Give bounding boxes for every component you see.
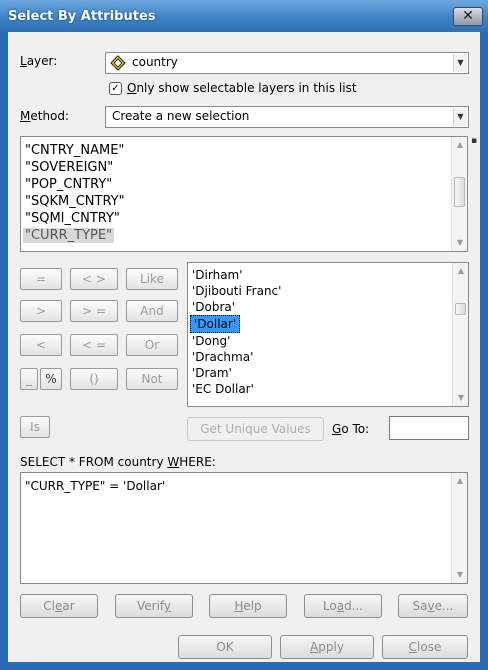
list-item[interactable]: 'Dram' bbox=[192, 365, 232, 381]
close-window-button[interactable]: ✕ bbox=[453, 7, 483, 26]
dialog-content: Layer: country ▼ ✓ Only show selectable … bbox=[8, 32, 480, 662]
verify-button[interactable]: Verify bbox=[115, 594, 193, 618]
list-item[interactable]: 'Drachma' bbox=[192, 349, 253, 365]
expression-scrollbar[interactable]: ▲ ▼ bbox=[451, 473, 467, 583]
list-item[interactable]: 'Dobra' bbox=[192, 299, 235, 315]
chevron-down-icon[interactable]: ▼ bbox=[453, 108, 467, 126]
sql-prefix-label: SELECT * FROM country WHERE: bbox=[20, 455, 216, 469]
underscore-button[interactable]: _ bbox=[20, 368, 38, 390]
greater-equal-button[interactable]: > = bbox=[70, 300, 118, 322]
load-button[interactable]: Load... bbox=[304, 594, 382, 618]
only-selectable-label: Only show selectable layers in this list bbox=[127, 81, 357, 95]
list-item[interactable]: "POP_CNTRY" bbox=[25, 177, 112, 192]
or-button[interactable]: Or bbox=[126, 334, 178, 356]
scroll-up-icon[interactable]: ▲ bbox=[453, 263, 468, 279]
list-item[interactable]: 'Dong' bbox=[192, 333, 230, 349]
help-button[interactable]: Help bbox=[209, 594, 287, 618]
list-item[interactable]: "CNTRY_NAME" bbox=[25, 143, 124, 158]
is-button[interactable]: Is bbox=[20, 416, 50, 438]
less-than-button[interactable]: < bbox=[20, 334, 62, 356]
percent-button[interactable]: % bbox=[40, 368, 62, 390]
window-title: Select By Attributes bbox=[8, 9, 156, 24]
values-scrollbar[interactable]: ▲ ▼ bbox=[452, 263, 468, 406]
layer-dropdown[interactable]: country ▼ bbox=[105, 52, 469, 74]
method-label: Method: bbox=[20, 109, 70, 123]
scroll-thumb[interactable] bbox=[455, 303, 466, 315]
method-dropdown[interactable]: Create a new selection ▼ bbox=[105, 106, 469, 128]
less-equal-button[interactable]: < = bbox=[70, 334, 118, 356]
sql-expression-box[interactable]: "CURR_TYPE" = 'Dollar' ▲ ▼ bbox=[20, 472, 468, 584]
list-size-toggle-icon[interactable]: ▪ bbox=[471, 136, 477, 146]
sql-expression-text: "CURR_TYPE" = 'Dollar' bbox=[25, 479, 166, 493]
fields-scrollbar[interactable]: ▲ ▼ bbox=[451, 137, 467, 251]
title-bar[interactable]: Select By Attributes ✕ bbox=[0, 0, 488, 32]
layer-value: country bbox=[132, 55, 178, 69]
list-item[interactable]: "SOVEREIGN" bbox=[25, 160, 113, 175]
scroll-up-icon[interactable]: ▲ bbox=[452, 473, 468, 489]
scroll-down-icon[interactable]: ▼ bbox=[452, 567, 468, 583]
ok-button[interactable]: OK bbox=[178, 635, 272, 659]
chevron-down-icon[interactable]: ▼ bbox=[453, 54, 467, 72]
apply-button[interactable]: Apply bbox=[280, 635, 374, 659]
list-item[interactable]: 'EC Dollar' bbox=[192, 381, 254, 397]
get-unique-values-button[interactable]: Get Unique Values bbox=[187, 417, 324, 441]
close-button[interactable]: Close bbox=[382, 635, 468, 659]
list-item[interactable]: 'Djibouti Franc' bbox=[192, 283, 281, 299]
goto-label: Go To: bbox=[332, 422, 370, 436]
not-equals-button[interactable]: < > bbox=[70, 268, 118, 290]
scroll-down-icon[interactable]: ▼ bbox=[453, 390, 468, 406]
only-selectable-checkbox[interactable]: ✓ bbox=[109, 82, 122, 95]
layer-label: Layer: bbox=[20, 54, 58, 68]
list-item[interactable]: 'Dirham' bbox=[192, 267, 243, 283]
scroll-up-icon[interactable]: ▲ bbox=[452, 137, 467, 153]
list-item[interactable]: "SQKM_CNTRY" bbox=[25, 194, 125, 209]
method-value: Create a new selection bbox=[112, 109, 250, 123]
scroll-down-icon[interactable]: ▼ bbox=[452, 235, 467, 251]
not-button[interactable]: Not bbox=[126, 368, 178, 390]
list-item-selected[interactable]: "CURR_TYPE" bbox=[23, 228, 115, 243]
equals-button[interactable]: = bbox=[20, 268, 62, 290]
list-item-selected[interactable]: 'Dollar' bbox=[190, 315, 241, 333]
greater-than-button[interactable]: > bbox=[20, 300, 62, 322]
save-button[interactable]: Save... bbox=[398, 594, 468, 618]
scroll-thumb[interactable] bbox=[454, 177, 465, 207]
layer-diamond-icon bbox=[110, 55, 126, 71]
fields-list[interactable]: "CNTRY_NAME" "SOVEREIGN" "POP_CNTRY" "SQ… bbox=[20, 136, 468, 252]
select-by-attributes-window: Select By Attributes ✕ Layer: country ▼ … bbox=[0, 0, 488, 670]
like-button[interactable]: Like bbox=[126, 268, 178, 290]
and-button[interactable]: And bbox=[126, 300, 178, 322]
values-list[interactable]: 'Dirham' 'Djibouti Franc' 'Dobra' 'Dolla… bbox=[187, 262, 469, 407]
list-item[interactable]: "SQMI_CNTRY" bbox=[25, 211, 120, 226]
goto-input[interactable] bbox=[389, 416, 469, 440]
parentheses-button[interactable]: () bbox=[70, 368, 118, 390]
clear-button[interactable]: Clear bbox=[20, 594, 98, 618]
